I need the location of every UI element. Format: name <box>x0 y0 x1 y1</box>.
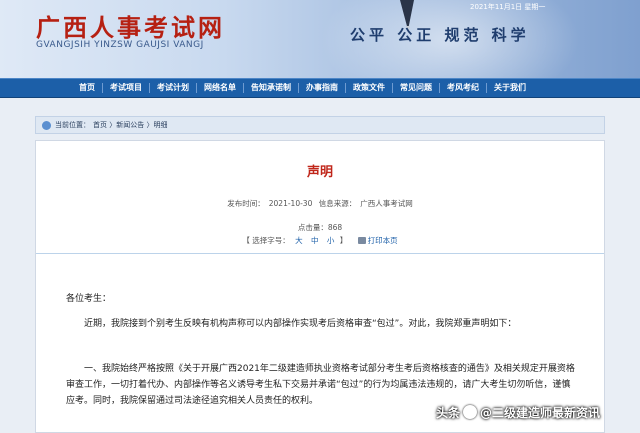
print-link[interactable]: 打印本页 <box>368 236 398 245</box>
current-date: 2021年11月1日 星期一 <box>470 3 546 11</box>
hits-label: 点击量： <box>297 223 328 232</box>
article-tools: 【 选择字号： 大 中 小 】 打印本页 <box>36 235 604 246</box>
breadcrumb-path[interactable]: 首页 〉新闻公告 〉明细 <box>93 120 167 130</box>
article-title: 声明 <box>306 165 333 180</box>
hits-value: 868 <box>327 223 343 232</box>
source-label: 信息来源： <box>318 199 357 208</box>
watermark-badge-icon <box>463 405 478 419</box>
nav-item-commitment[interactable]: 告知承诺制 <box>244 83 299 93</box>
nav-item-discipline[interactable]: 考风考纪 <box>440 83 487 93</box>
printer-icon[interactable] <box>357 237 366 244</box>
divider <box>36 253 604 254</box>
nav-item-policy[interactable]: 政策文件 <box>346 83 393 93</box>
published-date: 2021-10-30 <box>268 199 313 208</box>
watermark-prefix: 头条 <box>436 405 461 420</box>
site-subtitle: GVANGJSIH YINZSW GAUJSI VANGJ <box>36 40 204 50</box>
nav-item-list[interactable]: 网络名单 <box>197 83 244 93</box>
site-slogan: 公平 公正 规范 科学 <box>350 26 530 44</box>
watermark-handle: @二级建造师最新资讯 <box>480 405 601 420</box>
published-label: 发布时间： <box>227 199 265 208</box>
article-panel: 声明 发布时间： 2021-10-30 信息来源： 广西人事考试网 点击量：868 … <box>35 140 605 433</box>
font-size-medium[interactable]: 中 <box>311 236 319 245</box>
breadcrumb-label: 当前位置： <box>55 121 90 129</box>
main-nav: 首页 考试项目 考试计划 网络名单 告知承诺制 办事指南 政策文件 常见问题 考… <box>0 78 640 98</box>
nav-item-exam-projects[interactable]: 考试项目 <box>103 83 150 93</box>
nav-item-faq[interactable]: 常见问题 <box>393 83 440 93</box>
font-size-label: 【 选择字号： <box>242 236 290 245</box>
source-watermark: 头条 @二级建造师最新资讯 <box>436 402 600 422</box>
font-size-close: 】 <box>339 236 348 245</box>
location-pin-icon <box>42 120 51 130</box>
nav-item-exam-plan[interactable]: 考试计划 <box>150 83 197 93</box>
font-size-small[interactable]: 小 <box>327 236 335 245</box>
site-banner: 广西人事考试网 GVANGJSIH YINZSW GAUJSI VANGJ 20… <box>0 0 640 78</box>
nav-item-about[interactable]: 关于我们 <box>487 83 533 93</box>
breadcrumb: 当前位置： 首页 〉新闻公告 〉明细 <box>35 116 605 134</box>
hit-count: 点击量：868 <box>36 222 604 233</box>
article-meta: 发布时间： 2021-10-30 信息来源： 广西人事考试网 <box>36 198 604 209</box>
article-paragraph-1: 近期，我院接到个别考生反映有机构声称可以内部操作实现考后资格审查“包过”。对此，… <box>84 319 517 329</box>
article-greeting: 各位考生： <box>66 294 112 304</box>
source-value: 广西人事考试网 <box>360 199 413 208</box>
nav-item-home[interactable]: 首页 <box>72 83 103 93</box>
site-title[interactable]: 广西人事考试网 <box>36 8 225 43</box>
font-size-large[interactable]: 大 <box>295 236 303 245</box>
nav-item-guide[interactable]: 办事指南 <box>299 83 346 93</box>
